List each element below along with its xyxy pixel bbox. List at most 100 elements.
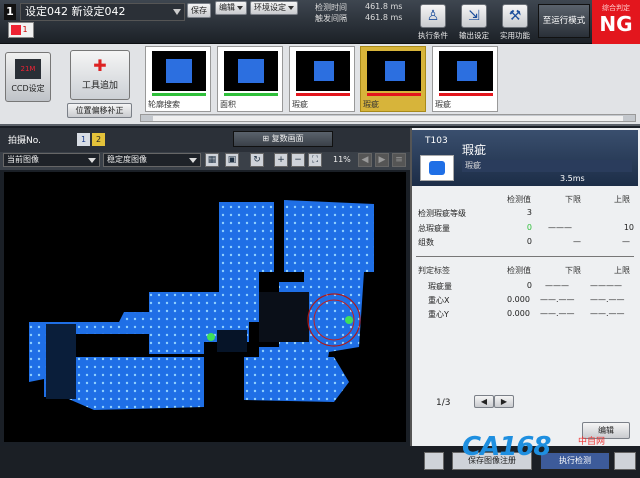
- image-menu-icon[interactable]: ≡: [392, 153, 406, 167]
- shot-1-button[interactable]: 1: [77, 133, 90, 146]
- refresh-icon[interactable]: ↻: [250, 153, 264, 167]
- prev-page-button[interactable]: ◀: [474, 395, 494, 408]
- row-label: 重心Y: [428, 310, 449, 319]
- status-bar: [367, 93, 421, 96]
- add-tool-button[interactable]: ✚ 工具追加: [70, 50, 130, 100]
- row-label: 瑕疵量: [428, 282, 452, 291]
- row-upper: ——.——: [590, 309, 625, 318]
- row-lower: —: [573, 237, 581, 246]
- utility-button[interactable]: ⚒: [502, 4, 528, 28]
- scrollbar-thumb[interactable]: [153, 116, 623, 121]
- tool-thumbnail[interactable]: 瑕疵: [289, 46, 355, 112]
- row-label: 重心X: [428, 296, 450, 305]
- stability-image-select[interactable]: 稳定度图像: [103, 153, 201, 167]
- thumbnail-image: [439, 51, 493, 91]
- ccd-settings-button[interactable]: 21M CCD设定: [5, 52, 51, 102]
- next-image-icon[interactable]: ▶: [375, 153, 389, 167]
- col-lower-header: 下限: [565, 266, 581, 275]
- row-upper: —: [622, 237, 630, 246]
- edit-menu-button[interactable]: 编辑: [215, 1, 247, 15]
- multi-screen-label: 复数画面: [271, 134, 304, 143]
- row-value: 0: [526, 223, 532, 232]
- tool-thumbnail[interactable]: 瑕疵: [432, 46, 498, 112]
- row-lower: ——.——: [540, 295, 575, 304]
- row-value: 0.000: [507, 295, 530, 304]
- processing-time: 3.5ms: [560, 174, 585, 183]
- camera-image-view[interactable]: [4, 172, 406, 442]
- tool-id: T103: [425, 136, 448, 146]
- position-correction-button[interactable]: 位置偏移补正: [67, 103, 132, 118]
- setting-tab-1[interactable]: 1: [8, 22, 34, 38]
- tool-thumbnail[interactable]: 轮廓搜索: [145, 46, 211, 112]
- col-detect-header: 检测值: [507, 195, 531, 204]
- status-bar: [224, 93, 278, 96]
- run-mode-button[interactable]: 至运行模式: [538, 4, 590, 38]
- tool-thumbnail[interactable]: 面积: [217, 46, 283, 112]
- divider: [416, 256, 634, 257]
- shot-2-button[interactable]: 2: [92, 133, 105, 146]
- setting-selector[interactable]: 设定042 新设定042: [20, 3, 185, 21]
- display-toggle-icon[interactable]: ▦: [205, 153, 219, 167]
- chevron-down-icon: [288, 5, 294, 10]
- chevron-down-icon: [237, 5, 243, 10]
- row-upper: ——.——: [590, 295, 625, 304]
- chevron-down-icon: [173, 9, 181, 15]
- pcb-image: [29, 200, 374, 410]
- setting-number: 1: [4, 4, 16, 20]
- wrench-icon: ⚒: [508, 8, 522, 24]
- add-tool-label: 工具追加: [81, 81, 118, 91]
- stability-select-value: 稳定度图像: [107, 155, 147, 164]
- thumbnail-image: [224, 51, 278, 91]
- tool-strip-scrollbar[interactable]: [140, 114, 636, 122]
- env-settings-button[interactable]: 环境设定: [250, 1, 298, 15]
- thumbnail-image: [296, 51, 350, 91]
- edit-menu-label: 编辑: [219, 3, 235, 12]
- tool-thumbnail-icon: [420, 155, 454, 181]
- tool-thumbnail-label: 瑕疵: [435, 100, 451, 109]
- next-page-button[interactable]: ▶: [494, 395, 514, 408]
- status-bar: [296, 93, 350, 96]
- tool-subtitle: 瑕疵: [462, 160, 632, 172]
- page-indicator: 1/3: [436, 398, 451, 408]
- camera-icon: 21M: [15, 59, 41, 79]
- utility-label: 实用功能: [500, 31, 530, 40]
- row-label: 总瑕疵量: [418, 224, 450, 233]
- overall-judgement: 综合判定 NG: [592, 0, 640, 44]
- col-upper-header: 上限: [614, 266, 630, 275]
- row-upper: ————: [590, 281, 622, 290]
- setting-title: 设定042 新设定042: [25, 5, 126, 18]
- row-value: 0: [526, 237, 532, 246]
- zoom-out-icon[interactable]: −: [291, 153, 305, 167]
- exec-condition-button[interactable]: ♙: [420, 4, 446, 28]
- row-value: 3: [526, 208, 532, 217]
- tool-thumbnail-selected[interactable]: 瑕疵: [360, 46, 426, 112]
- tool-thumbnail-label: 面积: [220, 100, 236, 109]
- tab-color-icon: [11, 25, 21, 35]
- menu-icon[interactable]: [614, 452, 636, 470]
- zoom-in-icon[interactable]: +: [274, 153, 288, 167]
- row-lower: ——.——: [540, 309, 575, 318]
- thumbnail-image: [152, 51, 206, 91]
- keyboard-icon[interactable]: [424, 452, 444, 470]
- multi-screen-button[interactable]: ⊞ 复数画面: [233, 131, 333, 147]
- prev-image-icon[interactable]: ◀: [358, 153, 372, 167]
- tool-name: 瑕疵: [462, 143, 487, 157]
- lock-icon[interactable]: ▣: [225, 153, 239, 167]
- zoom-level: 11%: [333, 155, 351, 164]
- trigger-interval-value: 461.8 ms: [365, 13, 403, 22]
- detect-time-label: 检测时间: [315, 3, 347, 12]
- row-lower: ———: [545, 281, 569, 290]
- detect-time-value: 461.8 ms: [365, 2, 403, 11]
- watermark: CA168: [462, 432, 551, 462]
- image-select-value: 当前图像: [7, 155, 39, 164]
- exec-test-button[interactable]: 执行检测: [540, 452, 610, 470]
- row-label: 检测瑕疵等级: [418, 209, 466, 218]
- image-select[interactable]: 当前图像: [3, 153, 100, 167]
- row-upper: 10: [623, 223, 634, 232]
- tool-thumbnail-label: 瑕疵: [363, 100, 379, 109]
- row-value: 0: [526, 281, 532, 290]
- fit-screen-icon[interactable]: ⛶: [308, 153, 322, 167]
- output-settings-button[interactable]: ⇲: [461, 4, 487, 28]
- row-label: 组数: [418, 238, 434, 247]
- save-button[interactable]: 保存: [187, 3, 211, 18]
